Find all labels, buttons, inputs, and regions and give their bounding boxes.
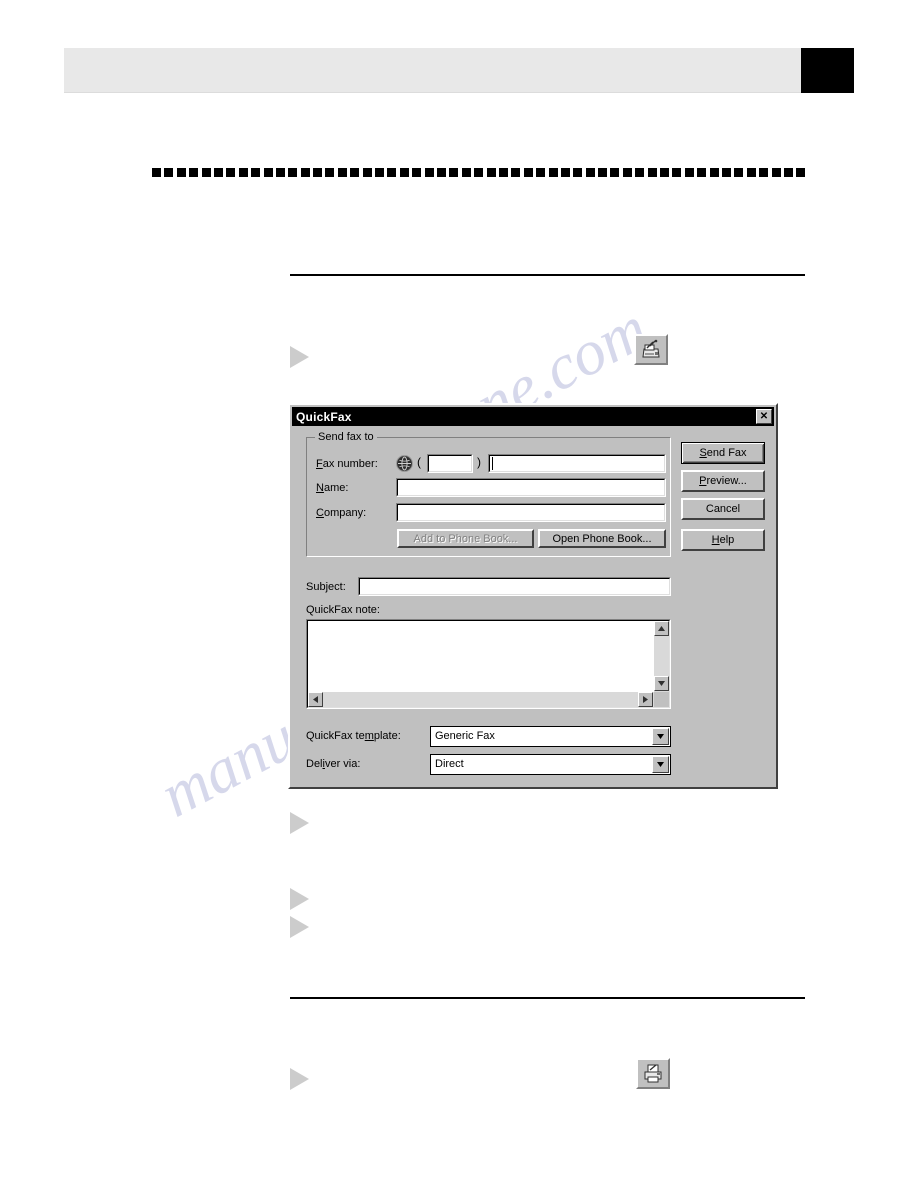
- quickfax-template-label: QuickFax template:: [306, 730, 401, 742]
- help-button[interactable]: Help: [681, 529, 765, 551]
- area-code-input[interactable]: [427, 454, 473, 473]
- quickfax-template-select[interactable]: Generic Fax: [430, 726, 671, 747]
- chevron-right-icon: [643, 696, 648, 703]
- add-to-phone-book-button[interactable]: Add to Phone Book...: [397, 529, 534, 548]
- preview-button[interactable]: Preview...: [681, 470, 765, 492]
- chevron-up-icon: [658, 626, 665, 631]
- deliver-via-select[interactable]: Direct: [430, 754, 671, 775]
- scrollbar-corner: [654, 692, 669, 707]
- globe-icon[interactable]: [396, 455, 413, 472]
- fax-machine-icon: [642, 339, 660, 358]
- step-arrow-bullet: [290, 346, 309, 368]
- open-phone-book-button[interactable]: Open Phone Book...: [538, 529, 666, 548]
- section-rule-bottom: [290, 997, 805, 999]
- quickfax-dialog: QuickFax ✕ Send fax to Fax number: ( ) N…: [288, 403, 778, 789]
- fax-number-input[interactable]: [488, 454, 666, 473]
- scroll-right-button[interactable]: [638, 692, 653, 707]
- page-header-bar: [64, 48, 801, 93]
- step-arrow-bullet: [290, 1068, 309, 1090]
- quickfax-template-value: Generic Fax: [435, 730, 495, 742]
- text-caret: [492, 457, 493, 470]
- scroll-down-button[interactable]: [654, 676, 669, 691]
- scroll-left-button[interactable]: [308, 692, 323, 707]
- area-code-paren-open: (: [417, 455, 421, 469]
- printer-icon: [644, 1064, 662, 1083]
- section-rule-top: [290, 274, 805, 276]
- company-label: Company:: [316, 507, 367, 519]
- dialog-title: QuickFax: [296, 409, 352, 424]
- name-input[interactable]: [396, 478, 666, 497]
- subject-input[interactable]: [358, 577, 671, 596]
- quickfax-note-textarea[interactable]: [306, 619, 671, 709]
- step-arrow-bullet: [290, 916, 309, 938]
- send-fax-button[interactable]: Send Fax: [681, 442, 765, 464]
- page-chapter-tab: [801, 48, 854, 93]
- chevron-down-icon[interactable]: [652, 728, 669, 745]
- deliver-via-label: Deliver via:: [306, 758, 361, 770]
- chevron-down-icon: [658, 681, 665, 686]
- company-input[interactable]: [396, 503, 666, 522]
- step-arrow-bullet: [290, 812, 309, 834]
- dotted-rule: [152, 166, 806, 178]
- fax-number-label: Fax number:: [316, 458, 378, 470]
- chevron-left-icon: [313, 696, 318, 703]
- quickfax-note-label: QuickFax note:: [306, 604, 380, 616]
- chevron-down-icon[interactable]: [652, 756, 669, 773]
- globe-glyph: [398, 456, 411, 471]
- close-icon[interactable]: ✕: [756, 409, 772, 424]
- cancel-button[interactable]: Cancel: [681, 498, 765, 520]
- scroll-up-button[interactable]: [654, 621, 669, 636]
- fax-machine-toolbar-button[interactable]: [634, 334, 668, 365]
- note-horizontal-scrollbar[interactable]: [308, 692, 654, 707]
- name-label: Name:: [316, 482, 349, 494]
- step-arrow-bullet: [290, 888, 309, 910]
- deliver-via-value: Direct: [435, 758, 464, 770]
- dialog-titlebar[interactable]: QuickFax ✕: [292, 407, 774, 426]
- subject-label: Subject:: [306, 581, 346, 593]
- send-fax-to-label: Send fax to: [315, 431, 377, 443]
- area-code-paren-close: ): [477, 455, 481, 469]
- printer-toolbar-button[interactable]: [636, 1058, 670, 1089]
- manual-page: manualshi ne.com QuickFax ✕ Send fax to …: [0, 0, 918, 1188]
